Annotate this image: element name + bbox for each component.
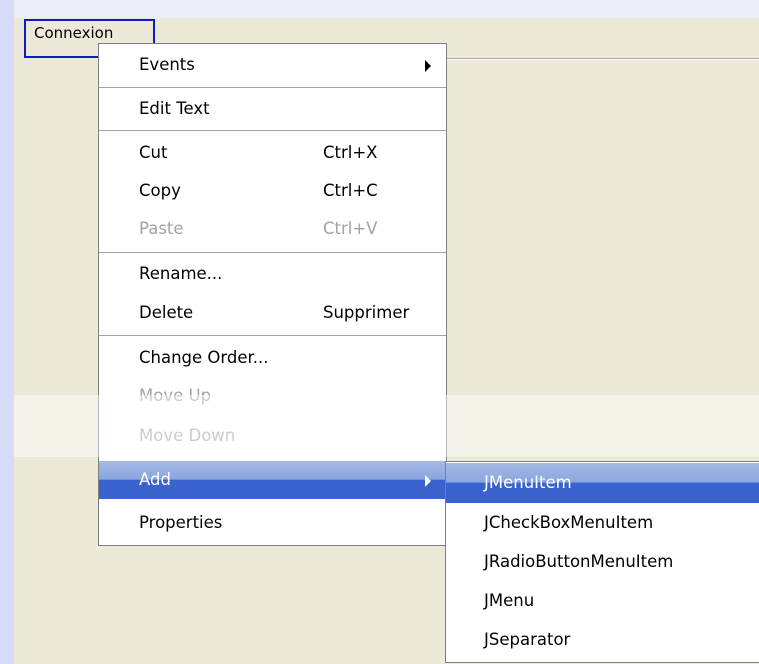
submenu-item-jseparator[interactable]: JSeparator [446,620,759,660]
menu-item-label: Copy [139,181,181,200]
menu-item-change-order[interactable]: Change Order... [99,339,446,377]
submenu-item-jradiobuttonmenuitem[interactable]: JRadioButtonMenuItem [446,542,759,582]
menu-item-events[interactable]: Events [99,46,446,84]
menu-item-label: Add [139,470,171,489]
menu-item-add[interactable]: Add [99,461,446,499]
submenu-item-label: JSeparator [484,630,571,649]
menu-item-shortcut: Ctrl+C [323,181,378,200]
submenu-arrow-icon [425,60,431,72]
add-submenu: JMenuItem JCheckBoxMenuItem JRadioButton… [445,461,759,663]
submenu-item-jmenuitem[interactable]: JMenuItem [446,463,759,503]
submenu-arrow-icon [425,475,431,487]
menu-item-properties[interactable]: Properties [99,504,446,542]
context-menu: Events Edit Text Cut Ctrl+X Copy Ctrl+C … [98,43,447,546]
menu-connexion-label: Connexion [34,24,114,42]
menu-separator [99,87,446,89]
menu-item-copy[interactable]: Copy Ctrl+C [99,172,446,210]
menu-item-shortcut: Ctrl+V [323,219,378,238]
menu-item-shortcut: Ctrl+X [323,143,378,162]
submenu-item-label: JMenuItem [484,473,572,492]
top-band [14,0,759,18]
screen-glare [14,395,759,457]
submenu-item-label: JMenu [484,591,535,610]
menu-separator [99,335,446,337]
submenu-item-jmenu[interactable]: JMenu [446,581,759,621]
submenu-item-label: JCheckBoxMenuItem [484,513,654,532]
menu-item-label: Cut [139,143,168,162]
submenu-item-label: JRadioButtonMenuItem [484,552,674,571]
menu-item-label: Delete [139,303,194,322]
menu-item-label: Events [139,55,195,74]
menu-item-cut[interactable]: Cut Ctrl+X [99,134,446,172]
menu-item-paste[interactable]: Paste Ctrl+V [99,210,446,248]
menu-item-shortcut: Supprimer [323,303,410,322]
submenu-item-jcheckboxmenuitem[interactable]: JCheckBoxMenuItem [446,503,759,543]
menu-item-label: Rename... [139,264,223,283]
menu-separator [99,252,446,254]
menu-item-label: Change Order... [139,348,269,367]
menu-item-edit-text[interactable]: Edit Text [99,90,446,128]
menu-item-label: Paste [139,219,184,238]
left-margin-strip [0,0,14,664]
menu-item-label: Edit Text [139,99,210,118]
menu-item-delete[interactable]: Delete Supprimer [99,294,446,332]
menu-item-label: Properties [139,513,223,532]
menu-item-rename[interactable]: Rename... [99,255,446,293]
menu-separator [99,130,446,132]
